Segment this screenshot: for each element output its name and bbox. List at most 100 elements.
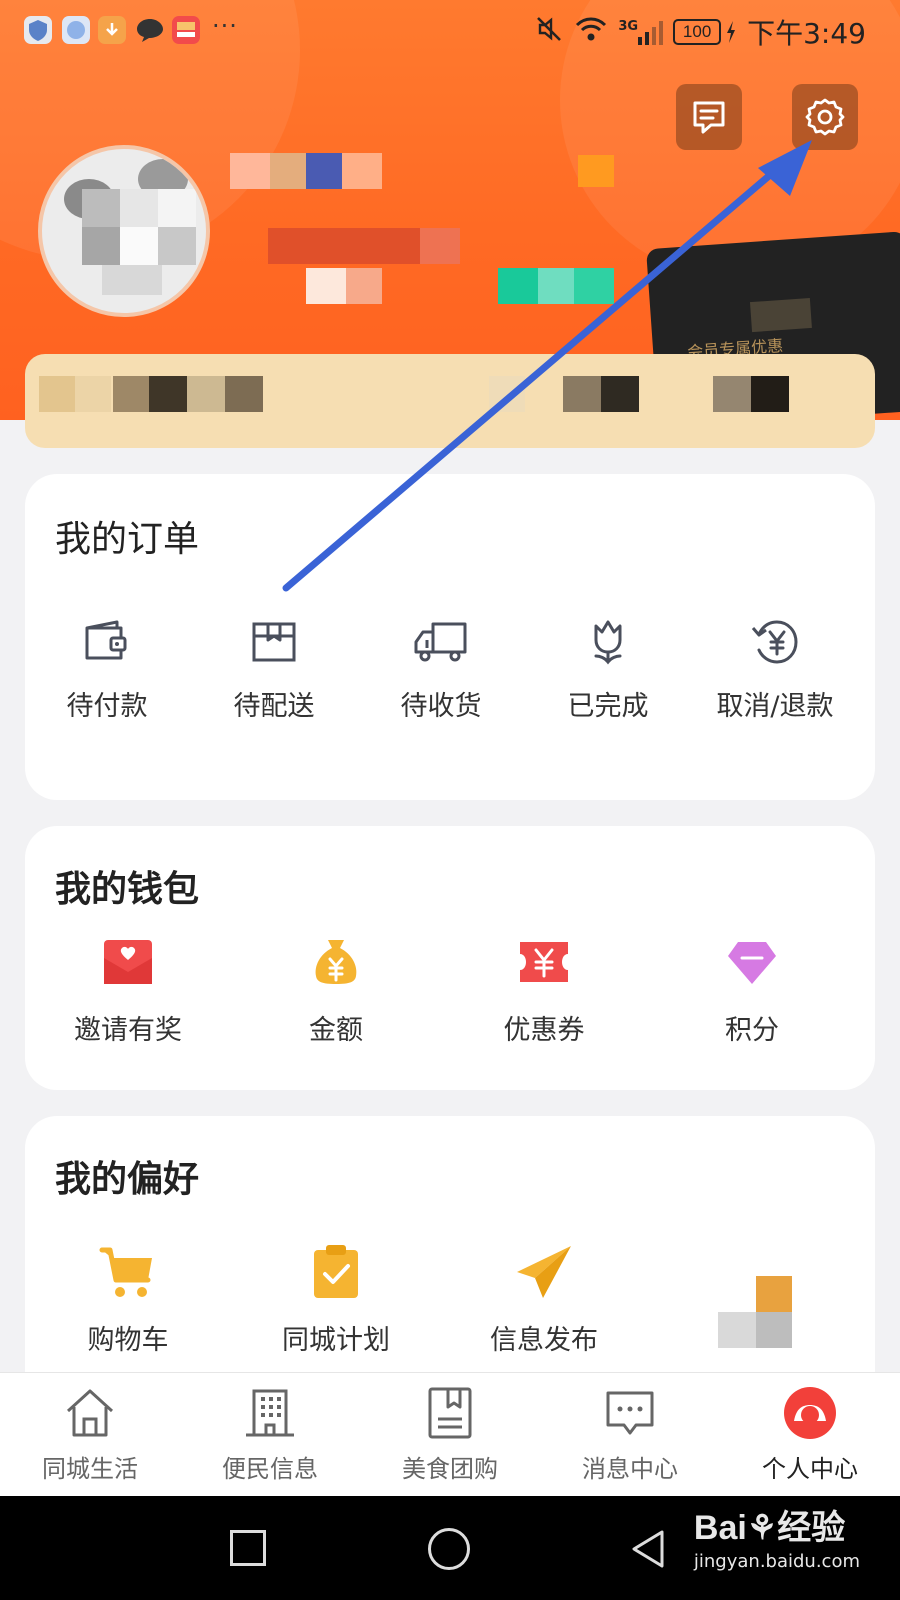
signal-bars-icon xyxy=(638,19,664,45)
pref-city-plan[interactable]: 同城计划 xyxy=(266,1242,406,1357)
blurred-content xyxy=(187,376,225,412)
order-pending-receipt[interactable]: 待收货 xyxy=(381,614,501,723)
shield-app-icon xyxy=(24,16,52,44)
message-app-icon xyxy=(135,16,163,44)
blurred-content xyxy=(342,153,382,189)
blurred-content xyxy=(749,297,812,333)
battery-indicator: 100 xyxy=(673,19,737,45)
blurred-content xyxy=(601,376,639,412)
order-label: 待收货 xyxy=(400,691,482,722)
orders-title: 我的订单 xyxy=(55,519,200,560)
wallet-label: 优惠券 xyxy=(503,1015,585,1046)
watermark-brand: Bai⚘经验 xyxy=(693,1509,846,1547)
bottom-tab-bar: 同城生活 便民信息 美食团购 消息中心 个人中心 xyxy=(0,1372,900,1496)
order-cancel-refund[interactable]: 取消/退款 xyxy=(705,614,845,723)
wallet-card: 我的钱包 邀请有奖 金额 优惠券 积分 xyxy=(25,826,875,1090)
blurred-content xyxy=(268,228,420,264)
settings-button[interactable] xyxy=(792,84,858,150)
order-pending-payment[interactable]: 待付款 xyxy=(47,614,167,723)
blurred-content xyxy=(563,376,601,412)
wallet-coupon[interactable]: 优惠券 xyxy=(474,934,614,1047)
preferences-card: 我的偏好 购物车 同城计划 信息发布 xyxy=(25,1116,875,1416)
status-indicators: 3G 100 下午3:49 xyxy=(534,12,866,52)
huawei-app-icon xyxy=(172,16,200,44)
download-app-icon xyxy=(98,16,126,44)
mute-icon xyxy=(534,14,564,51)
blurred-content xyxy=(718,1312,756,1348)
blurred-content xyxy=(756,1312,792,1348)
chat-bubble-icon xyxy=(606,1391,654,1435)
tab-convenience-info[interactable]: 便民信息 xyxy=(180,1385,360,1484)
pref-cart[interactable]: 购物车 xyxy=(58,1242,198,1357)
blurred-content xyxy=(120,227,158,265)
messages-button[interactable] xyxy=(676,84,742,150)
order-completed[interactable]: 已完成 xyxy=(548,614,668,723)
system-nav-bar: Bai⚘经验 jingyan.baidu.com xyxy=(0,1496,900,1600)
diamond-icon xyxy=(728,942,776,984)
gear-icon xyxy=(805,98,845,136)
clipboard-check-icon xyxy=(314,1245,358,1298)
wallet-invite[interactable]: 邀请有奖 xyxy=(58,934,198,1047)
tab-label: 美食团购 xyxy=(402,1455,498,1483)
blurred-content xyxy=(230,153,270,189)
back-button[interactable] xyxy=(628,1528,668,1570)
home-icon xyxy=(66,1389,114,1437)
order-label: 取消/退款 xyxy=(716,691,834,722)
network-type-label: 3G xyxy=(618,19,639,34)
wallet-label: 邀请有奖 xyxy=(74,1015,182,1046)
blurred-content xyxy=(756,1276,792,1312)
blurred-content xyxy=(113,376,149,412)
wifi-icon xyxy=(574,15,608,50)
money-bag-icon xyxy=(315,940,357,984)
blurred-content xyxy=(270,153,306,189)
status-bar: ··· 3G 100 下午3:49 xyxy=(0,0,900,60)
blurred-content xyxy=(306,153,342,189)
wallet-points[interactable]: 积分 xyxy=(682,934,822,1047)
blurred-content xyxy=(82,227,120,265)
pref-label: 购物车 xyxy=(87,1325,169,1356)
pref-blurred-item[interactable] xyxy=(718,1276,792,1356)
recent-apps-button[interactable] xyxy=(230,1530,266,1566)
blurred-content xyxy=(578,155,614,187)
blurred-content xyxy=(158,189,196,227)
blurred-content xyxy=(346,268,382,304)
tab-label: 同城生活 xyxy=(42,1455,138,1483)
status-more: ··· xyxy=(212,12,238,40)
vip-banner[interactable] xyxy=(25,354,875,448)
invite-envelope-icon xyxy=(104,940,152,984)
wallet-label: 金额 xyxy=(309,1015,363,1046)
pref-post-info[interactable]: 信息发布 xyxy=(474,1242,614,1357)
watermark-url: jingyan.baidu.com xyxy=(693,1551,860,1572)
package-icon xyxy=(252,622,296,662)
tab-label: 个人中心 xyxy=(762,1455,858,1483)
bookmark-book-icon xyxy=(428,1387,472,1439)
home-button[interactable] xyxy=(428,1528,470,1570)
pref-label: 信息发布 xyxy=(490,1325,598,1356)
blurred-content xyxy=(120,189,158,227)
orders-card: 我的订单 待付款 待配送 待收货 已完成 取消/退款 xyxy=(25,474,875,800)
blurred-content xyxy=(306,268,346,304)
charging-icon xyxy=(727,21,736,43)
blurred-content xyxy=(149,376,187,412)
paper-plane-icon xyxy=(517,1246,571,1298)
truck-icon xyxy=(414,622,467,662)
order-pending-delivery[interactable]: 待配送 xyxy=(214,614,334,723)
blurred-content xyxy=(713,376,751,412)
clock: 下午3:49 xyxy=(747,17,866,50)
tab-food-deals[interactable]: 美食团购 xyxy=(360,1385,540,1484)
baidu-jingyan-watermark: Bai⚘经验 jingyan.baidu.com xyxy=(694,1500,860,1572)
tab-message-center[interactable]: 消息中心 xyxy=(540,1385,720,1484)
avatar[interactable] xyxy=(38,145,210,317)
blurred-content xyxy=(751,376,789,412)
tab-profile[interactable]: 个人中心 xyxy=(720,1385,900,1484)
order-label: 已完成 xyxy=(567,691,649,722)
wallet-balance[interactable]: 金额 xyxy=(266,934,406,1047)
blurred-content xyxy=(158,227,196,265)
coupon-icon xyxy=(520,942,568,982)
blurred-content xyxy=(39,376,75,412)
battery-icon: 100 xyxy=(673,19,722,45)
tulip-icon xyxy=(594,620,622,665)
refund-icon xyxy=(751,620,798,664)
tab-city-life[interactable]: 同城生活 xyxy=(0,1385,180,1484)
message-icon xyxy=(693,101,725,134)
